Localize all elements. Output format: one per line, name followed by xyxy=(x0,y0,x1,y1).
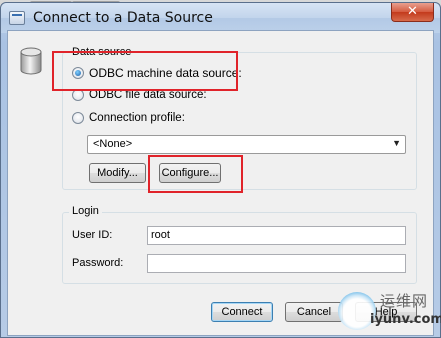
annotation-highlight-odbc xyxy=(52,51,238,91)
annotation-highlight-configure xyxy=(148,155,243,193)
close-button[interactable]: ✕ xyxy=(391,3,434,22)
window-app-icon xyxy=(9,11,25,25)
user-id-value: root xyxy=(151,229,170,241)
database-icon xyxy=(20,47,42,75)
connection-profile-value: <None> xyxy=(93,138,133,150)
connection-profile-select[interactable]: <None> ▼ xyxy=(87,135,406,154)
login-group xyxy=(62,212,417,284)
watermark-url: iyunv.com xyxy=(370,312,441,327)
login-group-label: Login xyxy=(69,205,102,217)
watermark-chinese: 运维网 xyxy=(380,292,429,310)
password-label: Password: xyxy=(72,257,124,269)
connect-button[interactable]: Connect xyxy=(211,302,273,322)
user-id-field[interactable]: root xyxy=(147,226,406,245)
window-title: Connect to a Data Source xyxy=(33,10,213,26)
watermark: 运维网 iyunv.com xyxy=(330,286,441,338)
user-id-label: User ID: xyxy=(72,229,113,241)
modify-button[interactable]: Modify... xyxy=(89,163,146,183)
connection-profile-radio-row[interactable]: Connection profile: xyxy=(72,112,185,124)
password-field[interactable] xyxy=(147,254,406,273)
screenshot-stage: Connect to a Data Source ✕ Data source O… xyxy=(0,0,441,338)
connection-profile-radio[interactable] xyxy=(72,112,84,124)
chevron-down-icon[interactable]: ▼ xyxy=(392,138,401,148)
connection-profile-label[interactable]: Connection profile: xyxy=(89,112,185,124)
title-bar[interactable]: Connect to a Data Source ✕ xyxy=(1,3,440,33)
